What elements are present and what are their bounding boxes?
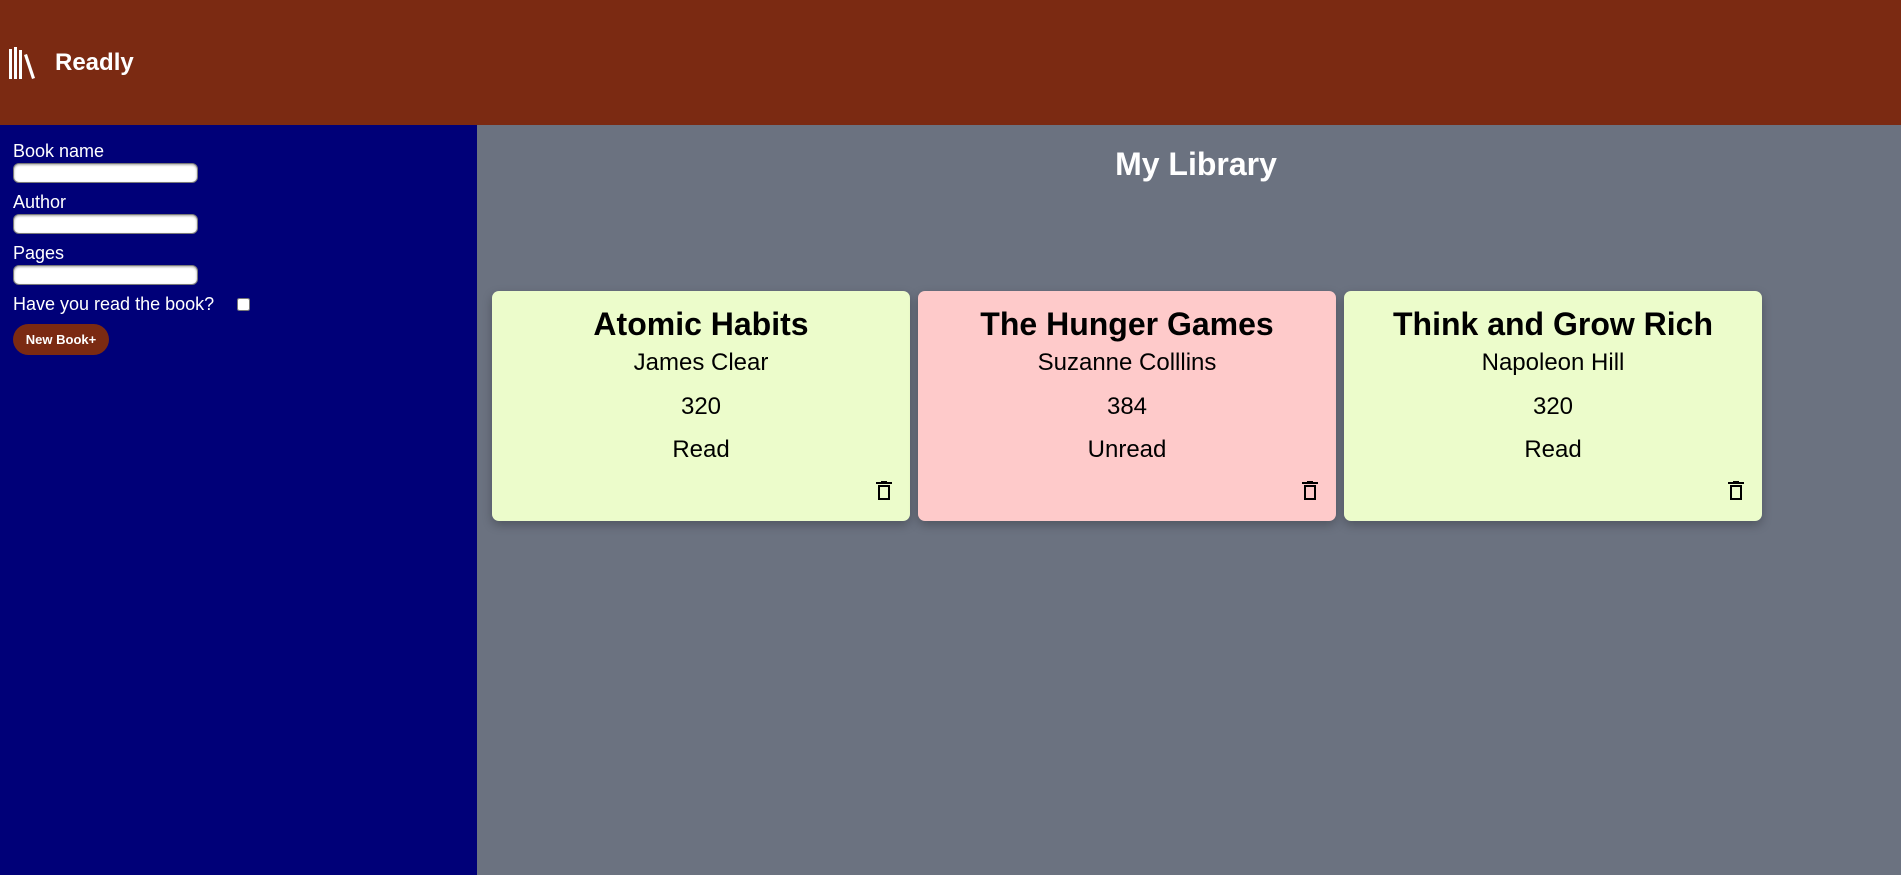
book-title: The Hunger Games [980,306,1274,342]
pages-input[interactable] [13,265,198,285]
book-title: Think and Grow Rich [1392,306,1713,342]
library-panel: My Library Atomic Habits James Clear 320… [477,125,1901,875]
trash-icon[interactable] [1728,481,1744,501]
book-card: Think and Grow Rich Napoleon Hill 320 Re… [1344,291,1762,521]
author-label: Author [13,192,67,212]
trash-icon[interactable] [876,481,892,501]
book-name-input[interactable] [13,163,198,183]
book-pages: 320 [680,393,722,420]
book-author: Napoleon Hill [1481,349,1625,376]
new-book-form: Book name Author Pages Have you read the… [0,125,477,875]
book-author: James Clear [633,349,769,376]
book-title: Atomic Habits [593,306,809,342]
book-card: Atomic Habits James Clear 320 Read [492,291,910,521]
read-status[interactable]: Unread [918,436,1336,464]
book-card-list: Atomic Habits James Clear 320 Read The H… [492,291,1762,521]
book-pages: 384 [1106,393,1148,420]
read-checkbox[interactable] [237,298,250,311]
read-checkbox-label: Have you read the book? [13,294,215,314]
new-book-button[interactable]: New Book+ [13,324,109,355]
page-title: My Library [1115,146,1277,182]
book-card: The Hunger Games Suzanne Colllins 384 Un… [918,291,1336,521]
author-input[interactable] [13,214,198,234]
trash-icon[interactable] [1302,481,1318,501]
read-status[interactable]: Read [492,436,910,464]
book-pages: 320 [1532,393,1574,420]
pages-label: Pages [13,243,65,263]
read-status[interactable]: Read [1344,436,1762,464]
app-header: Readly [0,0,1901,125]
books-icon [9,47,35,79]
app-title: Readly [55,49,134,76]
book-name-label: Book name [13,141,105,161]
book-author: Suzanne Colllins [1037,349,1217,376]
